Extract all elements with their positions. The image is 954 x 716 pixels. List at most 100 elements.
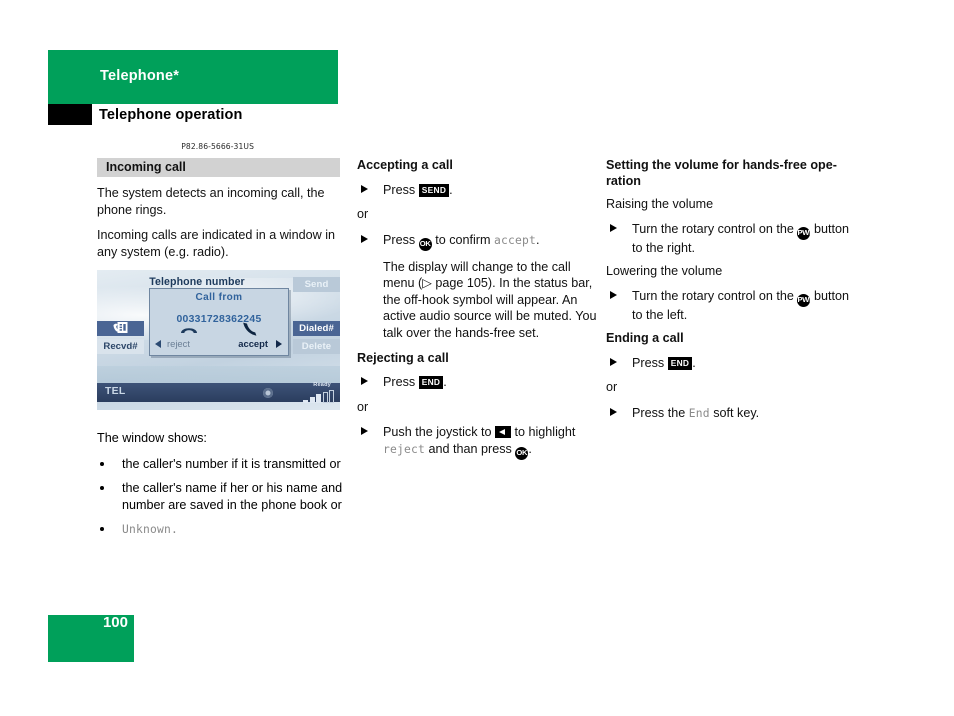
step-text-pre: Push the joystick to (383, 425, 492, 440)
window-shows-lead: The window shows: (97, 431, 207, 445)
step-text-pre: Turn the rotary control on the (632, 221, 794, 236)
head-unit-screenshot-figure: Telephone number Send Dialed# Delete Rec… (97, 270, 340, 410)
popup-accept-label[interactable]: accept (238, 338, 268, 349)
power-volume-key-icon: PWR (797, 226, 815, 240)
manual-page: Telephone* Telephone operation Incoming … (0, 0, 954, 716)
list-item-label: the caller's name if her or his name and… (122, 481, 343, 512)
step-triangle-icon (361, 377, 368, 386)
step-text-mid: to confirm (435, 232, 491, 247)
screen-label-reject: reject (383, 442, 426, 456)
status-center-indicator-icon (263, 388, 273, 398)
accepting-explanation: The display will change to the call menu… (357, 259, 597, 342)
hang-up-handset-icon (181, 328, 197, 333)
status-ready-label: Ready (313, 382, 331, 388)
chapter-title: Telephone* (100, 68, 180, 84)
column-one: Incoming call The system detects an inco… (97, 158, 340, 269)
ok-key-icon: OK (418, 237, 432, 251)
step-triangle-icon (610, 407, 617, 416)
volume-heading: Setting the volume for hands-free ope-ra… (606, 158, 837, 188)
step-text-post: . (692, 355, 696, 370)
or-separator: or (357, 207, 369, 222)
step-press-ok-accept: Press OK to confirm accept. (357, 232, 597, 251)
step-text-post: . (449, 182, 453, 197)
end-key-icon: END (418, 376, 444, 390)
column-one-lower: The window shows: the caller's number if… (97, 430, 344, 547)
list-item-label-unknown: Unknown. (122, 523, 179, 537)
step-text-mid: to highlight (514, 425, 576, 440)
step-triangle-icon (610, 290, 617, 299)
phone-book-icon (113, 322, 128, 333)
list-item: the caller's number if it is transmitted… (97, 456, 344, 473)
step-triangle-icon (610, 357, 617, 366)
section-title: Telephone operation (99, 107, 243, 123)
step-press-end-hangup: Press END. (606, 355, 851, 372)
or-separator: or (357, 399, 369, 414)
page-reference-arrow-icon: ▷ (422, 276, 436, 291)
figure-caption: P82.86-5666-31US (181, 142, 254, 151)
softkey-received-numbers[interactable]: Recvd# (97, 339, 144, 354)
step-triangle-icon (361, 234, 368, 243)
popup-title: Call from (195, 292, 243, 303)
softkey-dialed-number[interactable]: Dialed# (293, 321, 340, 336)
popup-caller-number: 00331728362245 (176, 314, 262, 325)
bullet-dot-icon (100, 527, 104, 532)
screen-label-accept: accept (494, 233, 537, 247)
page-reference: page 105 (435, 276, 488, 291)
softkey-send[interactable]: Send (293, 277, 340, 292)
step-lower-volume: Turn the rotary control on the PWR butto… (606, 288, 851, 324)
softkey-phone-book-icon[interactable] (97, 321, 144, 336)
bullet-dot-icon (100, 486, 104, 491)
step-text-end: . (528, 441, 532, 456)
screen-title: Telephone number (149, 276, 245, 288)
step-text-pre: Press (383, 232, 416, 247)
step-press-end-softkey: Press the End soft key. (606, 405, 851, 423)
list-item: the caller's name if her or his name and… (97, 480, 344, 513)
incoming-call-para-1: The system detects an incoming call, the… (97, 186, 325, 217)
softkey-delete[interactable]: Delete (293, 339, 340, 354)
bullet-dot-icon (100, 461, 104, 466)
step-text-post: and than press (428, 441, 512, 456)
column-two: Accepting a call Press SEND. or Press OK… (357, 158, 597, 468)
pick-up-handset-icon (243, 322, 257, 336)
explanation-line-1: The display will change to the (383, 259, 549, 274)
status-source-label: TEL (105, 386, 126, 397)
step-joystick-reject: Push the joystick to to highlight reject… (357, 424, 597, 460)
ok-key-icon: OK (515, 446, 529, 460)
popup-reject-label[interactable]: reject (167, 338, 190, 349)
signal-strength-icon (303, 390, 334, 403)
step-triangle-icon (361, 184, 368, 193)
step-triangle-icon (610, 223, 617, 232)
step-text-post: soft key. (713, 405, 760, 420)
step-text-pre: Press (383, 182, 416, 197)
popup-left-arrow-icon (155, 340, 161, 348)
send-key-icon: SEND (418, 183, 450, 197)
incoming-call-heading: Incoming call (97, 158, 340, 177)
list-item-label: the caller's number if it is transmitted… (122, 456, 341, 471)
raising-volume-label: Raising the volume (606, 197, 714, 211)
step-text-pre: Press (632, 355, 665, 370)
column-three: Setting the volume for hands-free ope-ra… (606, 158, 851, 430)
end-key-icon: END (667, 356, 693, 370)
step-press-send: Press SEND. (357, 182, 597, 199)
rejecting-a-call-heading: Rejecting a call (357, 350, 449, 365)
step-text-post: . (443, 375, 447, 390)
step-text-pre: Press (383, 375, 416, 390)
ending-a-call-heading: Ending a call (606, 331, 684, 346)
step-text-pre: Turn the rotary control on the (632, 288, 794, 303)
step-triangle-icon (361, 427, 368, 436)
step-press-end-reject: Press END. (357, 374, 597, 391)
popup-right-arrow-icon (276, 340, 282, 348)
step-text-post: . (536, 232, 540, 247)
screen-label-end: End (688, 406, 710, 420)
incoming-call-popup: Call from 00331728362245 reject accept (149, 288, 289, 356)
step-raise-volume: Turn the rotary control on the PWR butto… (606, 221, 851, 257)
joystick-left-arrow-icon (495, 426, 511, 439)
chapter-header-band (48, 50, 338, 104)
or-separator: or (606, 380, 618, 395)
step-text-pre: Press the (632, 405, 686, 420)
section-marker-block (48, 104, 92, 125)
accepting-a-call-heading: Accepting a call (357, 158, 453, 172)
page-number: 100 (102, 614, 128, 631)
power-volume-key-icon: PWR (797, 293, 815, 307)
incoming-call-para-2: Incoming calls are indicated in a window… (97, 228, 336, 259)
